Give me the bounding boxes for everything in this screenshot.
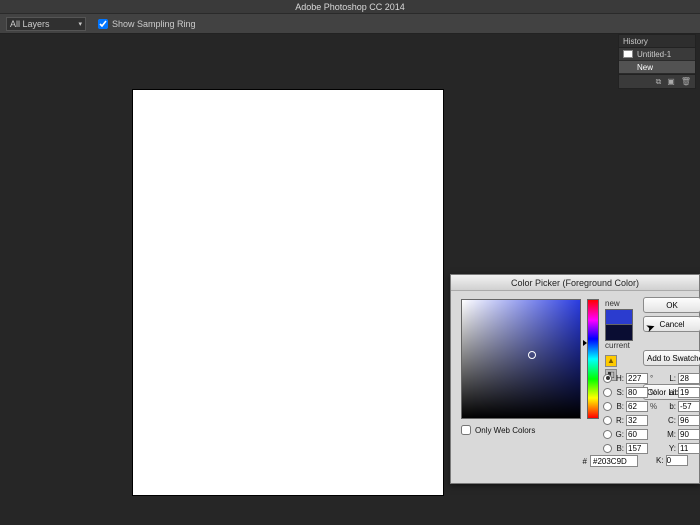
chevron-down-icon: ▾ — [78, 20, 82, 28]
r-row: R: C: — [603, 413, 700, 427]
history-tab-label: History — [623, 37, 648, 46]
r-field[interactable] — [626, 415, 648, 426]
s-row: S: % a: — [603, 385, 700, 399]
history-panel-footer: ⧉ ▣ 🗑 — [619, 74, 695, 88]
only-web-colors-checkbox[interactable]: Only Web Colors — [461, 425, 535, 435]
bl-field[interactable] — [626, 443, 648, 454]
m-field[interactable] — [678, 429, 700, 440]
k-field[interactable] — [666, 455, 688, 466]
gamut-warning-icon[interactable]: ▲ — [605, 355, 617, 367]
g-row: G: M: — [603, 427, 700, 441]
b-radio[interactable] — [603, 402, 612, 411]
document-thumbnail-icon — [623, 50, 633, 58]
s-field[interactable] — [626, 387, 648, 398]
history-document-label: Untitled-1 — [637, 50, 671, 59]
h-label: H: — [614, 374, 624, 383]
lab-b-label: b: — [666, 402, 676, 411]
app-title: Adobe Photoshop CC 2014 — [295, 2, 405, 12]
cancel-button[interactable]: Cancel — [643, 316, 700, 332]
app-title-bar: Adobe Photoshop CC 2014 — [0, 0, 700, 14]
m-label: M: — [666, 430, 676, 439]
l-label: L: — [666, 374, 676, 383]
k-label: K: — [656, 456, 664, 465]
history-state-row[interactable]: New — [619, 61, 695, 74]
swatch-new-label: new — [605, 299, 639, 309]
hex-hash: # — [579, 457, 587, 466]
color-picker-title: Color Picker (Foreground Color) — [451, 275, 699, 291]
swatch-current — [605, 325, 633, 341]
only-web-colors-input[interactable] — [461, 425, 471, 435]
add-to-swatches-button[interactable]: Add to Swatches — [643, 350, 700, 366]
g-radio[interactable] — [603, 430, 612, 439]
g-label: G: — [614, 430, 624, 439]
show-sampling-ring-input[interactable] — [98, 19, 108, 29]
panels-dock: History Untitled-1 New ⧉ ▣ 🗑 — [618, 34, 696, 93]
bl-radio[interactable] — [603, 444, 612, 453]
history-state-label: New — [637, 63, 653, 72]
spectrum-cursor-icon — [528, 351, 536, 359]
h-field[interactable] — [626, 373, 648, 384]
sample-dropdown[interactable]: All Layers ▾ — [6, 17, 86, 31]
y-field[interactable] — [678, 443, 700, 454]
hue-slider[interactable] — [587, 299, 599, 419]
tool-option-bar: All Layers ▾ Show Sampling Ring — [0, 14, 700, 34]
lab-b-field[interactable] — [678, 401, 700, 412]
show-sampling-ring-checkbox[interactable]: Show Sampling Ring — [98, 19, 196, 29]
bb-row: B: % b: — [603, 399, 700, 413]
hue-slider-handle-icon[interactable] — [583, 340, 587, 346]
h-radio[interactable] — [603, 374, 612, 383]
history-document-row[interactable]: Untitled-1 — [619, 48, 695, 61]
swatch-current-label: current — [605, 341, 639, 351]
a-label: a: — [666, 388, 676, 397]
s-label: S: — [614, 388, 624, 397]
c-label: C: — [666, 416, 676, 425]
a-field[interactable] — [678, 387, 700, 398]
r-radio[interactable] — [603, 416, 612, 425]
color-picker-dialog: Color Picker (Foreground Color) new curr… — [450, 274, 700, 484]
l-field[interactable] — [678, 373, 700, 384]
bl-label: B: — [614, 444, 624, 453]
bl-row: B: Y: — [603, 441, 700, 455]
g-field[interactable] — [626, 429, 648, 440]
new-icon[interactable]: ▣ — [667, 77, 675, 86]
workspace: History Untitled-1 New ⧉ ▣ 🗑 Color P — [0, 34, 700, 525]
b-label: B: — [614, 402, 624, 411]
s-radio[interactable] — [603, 388, 612, 397]
ok-button[interactable]: OK — [643, 297, 700, 313]
only-web-colors-label: Only Web Colors — [475, 426, 535, 435]
color-picker-title-text: Color Picker (Foreground Color) — [511, 278, 639, 288]
y-label: Y: — [666, 444, 676, 453]
swatch-new — [605, 309, 633, 325]
reel-icon[interactable]: ⧉ — [656, 77, 662, 87]
c-field[interactable] — [678, 415, 700, 426]
color-spectrum-field[interactable] — [461, 299, 581, 419]
trash-icon[interactable]: 🗑 — [681, 77, 691, 86]
show-sampling-ring-label: Show Sampling Ring — [112, 19, 196, 29]
history-panel-tab[interactable]: History — [619, 35, 695, 48]
document-canvas[interactable] — [133, 90, 443, 495]
sample-dropdown-value: All Layers — [10, 19, 50, 29]
hex-field[interactable] — [590, 455, 638, 467]
b-field[interactable] — [626, 401, 648, 412]
history-panel: History Untitled-1 New ⧉ ▣ 🗑 — [618, 34, 696, 89]
h-row: H: ° L: — [603, 371, 700, 385]
r-label: R: — [614, 416, 624, 425]
